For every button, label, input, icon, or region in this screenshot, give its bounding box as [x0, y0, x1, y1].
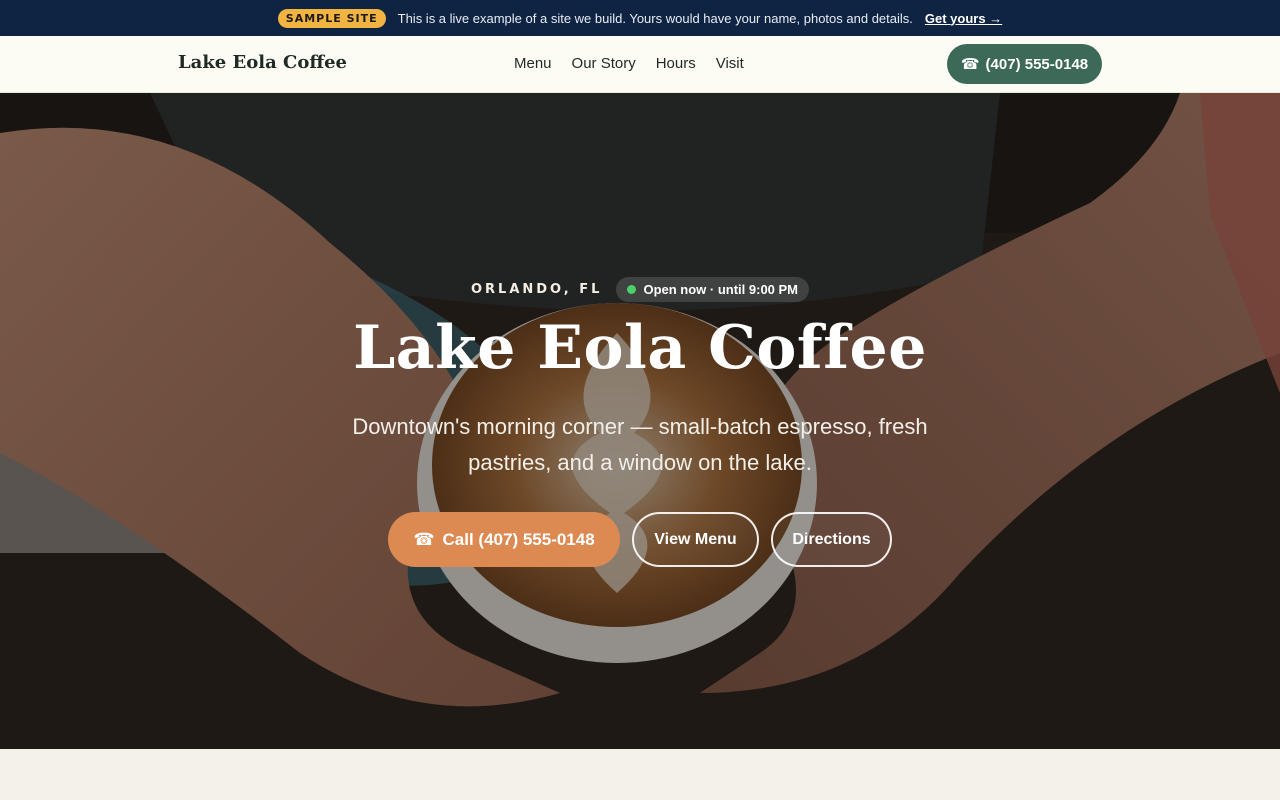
call-button-label: Call (407) 555-0148 — [442, 529, 595, 549]
sample-site-badge: SAMPLE SITE — [277, 8, 386, 28]
next-section-background — [0, 749, 1280, 800]
sample-banner-message: This is a live example of a site we buil… — [397, 10, 913, 26]
hero-section: ORLANDO, FL Open now · until 9:00 PM Lak… — [0, 93, 1280, 749]
call-button[interactable]: ☎ Call (407) 555-0148 — [388, 512, 620, 567]
hero-city: ORLANDO, FL — [470, 282, 603, 297]
header-call-button[interactable]: ☎ (407) 555-0148 — [947, 44, 1102, 84]
nav-link-menu[interactable]: Menu — [514, 55, 552, 72]
hero-meta-row: ORLANDO, FL Open now · until 9:00 PM — [0, 277, 1280, 302]
nav-link-our-story[interactable]: Our Story — [572, 55, 636, 72]
sample-banner: SAMPLE SITE This is a live example of a … — [0, 0, 1280, 36]
nav-link-visit[interactable]: Visit — [716, 55, 744, 72]
phone-icon: ☎ — [960, 56, 980, 73]
get-yours-link[interactable]: Get yours → — [925, 11, 1002, 26]
header-phone-number: (407) 555-0148 — [985, 55, 1089, 73]
directions-button[interactable]: Directions — [771, 512, 892, 567]
nav-link-hours[interactable]: Hours — [656, 55, 696, 72]
open-status-badge: Open now · until 9:00 PM — [616, 277, 810, 302]
main-nav: Menu Our Story Hours Visit — [514, 55, 744, 72]
phone-icon: ☎ — [413, 529, 435, 549]
hero-actions: ☎ Call (407) 555-0148 View Menu Directio… — [0, 512, 1280, 567]
hero-subtitle: Downtown's morning corner — small-batch … — [352, 414, 928, 475]
site-header: Lake Eola Coffee Menu Our Story Hours Vi… — [0, 36, 1280, 93]
hero-title: Lake Eola Coffee — [353, 313, 927, 383]
view-menu-button[interactable]: View Menu — [632, 512, 759, 567]
open-status-dot-icon — [627, 285, 637, 294]
open-status-text: Open now · until 9:00 PM — [643, 282, 799, 297]
brand-logo[interactable]: Lake Eola Coffee — [178, 52, 347, 73]
